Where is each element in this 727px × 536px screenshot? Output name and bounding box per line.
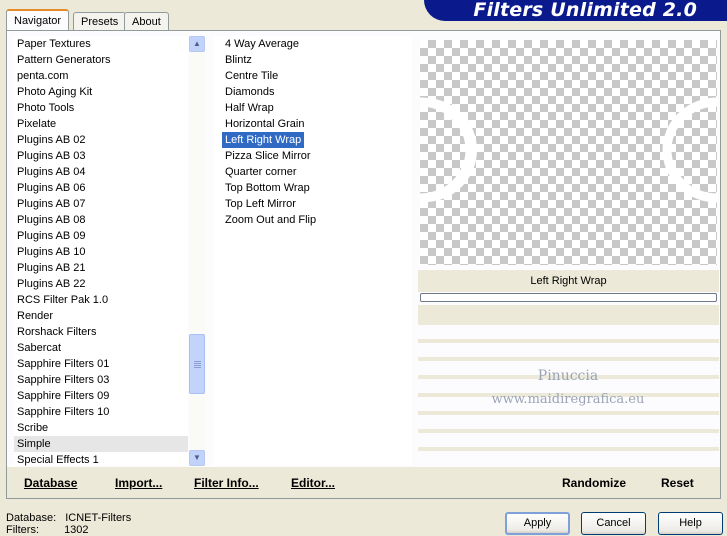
filter-item[interactable]: Horizontal Grain [222, 116, 307, 132]
param-slot [418, 451, 719, 465]
category-list[interactable]: Paper Textures Pattern Generators penta.co… [14, 36, 188, 466]
reset-button[interactable]: Reset [661, 476, 694, 490]
category-item[interactable]: Plugins AB 21 [14, 260, 188, 276]
progress-bar [420, 293, 717, 302]
selected-filter-name: Left Right Wrap [418, 270, 719, 292]
scroll-up-button[interactable]: ▲ [189, 36, 205, 52]
category-item[interactable]: RCS Filter Pak 1.0 [14, 292, 188, 308]
category-item[interactable]: Scribe [14, 420, 188, 436]
status-database: Database: ICNET-Filters [6, 512, 131, 524]
scroll-thumb[interactable] [189, 334, 205, 394]
filter-item[interactable]: Top Bottom Wrap [222, 180, 313, 196]
category-item[interactable]: Plugins AB 07 [14, 196, 188, 212]
filter-item[interactable]: Quarter corner [222, 164, 300, 180]
filter-item[interactable]: Pizza Slice Mirror [222, 148, 314, 164]
preview-ring-shapes [420, 97, 717, 203]
category-item[interactable]: Plugins AB 03 [14, 148, 188, 164]
database-value: ICNET-Filters [65, 512, 132, 524]
filter-item[interactable]: 4 Way Average [222, 36, 302, 52]
category-item[interactable]: Plugins AB 22 [14, 276, 188, 292]
filter-item[interactable]: Blintz [222, 52, 255, 68]
category-item[interactable]: Rorshack Filters [14, 324, 188, 340]
database-button[interactable]: Database [24, 476, 77, 490]
filter-item[interactable]: Left Right Wrap [222, 132, 305, 148]
param-slot [418, 415, 719, 429]
filter-item[interactable]: Top Left Mirror [222, 196, 299, 212]
category-item[interactable]: Plugins AB 02 [14, 132, 188, 148]
filter-info-button[interactable]: Filter Info... [194, 476, 259, 490]
status-filters: Filters: 1302 [6, 524, 89, 536]
category-item[interactable]: Sabercat [14, 340, 188, 356]
category-item[interactable]: Special Effects 1 [14, 452, 188, 466]
filters-value: 1302 [64, 524, 89, 536]
parameter-area: Pinuccia www.maidiregrafica.eu [418, 305, 719, 465]
category-item[interactable]: Simple [14, 436, 188, 452]
tab-about[interactable]: About [124, 12, 169, 30]
category-item[interactable]: Pixelate [14, 116, 188, 132]
category-item[interactable]: Photo Aging Kit [14, 84, 188, 100]
tab-presets[interactable]: Presets [73, 12, 127, 30]
category-item[interactable]: Render [14, 308, 188, 324]
param-slot [418, 343, 719, 357]
category-item[interactable]: penta.com [14, 68, 188, 84]
category-item[interactable]: Sapphire Filters 01 [14, 356, 188, 372]
category-item[interactable]: Sapphire Filters 03 [14, 372, 188, 388]
title-banner: Filters Unlimited 2.0 [424, 0, 727, 21]
param-slot [418, 325, 719, 339]
app-title: Filters Unlimited 2.0 [473, 0, 697, 21]
filter-item[interactable]: Zoom Out and Flip [222, 212, 319, 228]
watermark-line2: www.maidiregrafica.eu [491, 392, 645, 407]
category-item[interactable]: Sapphire Filters 09 [14, 388, 188, 404]
category-item[interactable]: Pattern Generators [14, 52, 188, 68]
randomize-button[interactable]: Randomize [562, 476, 626, 490]
category-item[interactable]: Photo Tools [14, 100, 188, 116]
category-scrollbar[interactable]: ▲ ▼ [189, 36, 205, 466]
editor-button[interactable]: Editor... [291, 476, 335, 490]
scroll-down-button[interactable]: ▼ [189, 450, 205, 466]
category-item[interactable]: Paper Textures [14, 36, 188, 52]
category-item[interactable]: Plugins AB 04 [14, 164, 188, 180]
filter-item[interactable]: Centre Tile [222, 68, 281, 84]
import-button[interactable]: Import... [115, 476, 162, 490]
filters-label: Filters: [6, 524, 39, 536]
filter-list[interactable]: 4 Way Average Blintz Centre Tile Diamonds Ha… [214, 36, 412, 466]
category-item[interactable]: Plugins AB 08 [14, 212, 188, 228]
filter-item[interactable]: Diamonds [222, 84, 278, 100]
database-label: Database: [6, 512, 57, 524]
preview-image [420, 40, 717, 265]
filter-item[interactable]: Half Wrap [222, 100, 277, 116]
watermark-line1: Pinuccia [537, 368, 599, 384]
category-item[interactable]: Plugins AB 09 [14, 228, 188, 244]
tab-navigator[interactable]: Navigator [6, 9, 70, 31]
param-slot [418, 433, 719, 447]
category-item[interactable]: Plugins AB 10 [14, 244, 188, 260]
category-item[interactable]: Sapphire Filters 10 [14, 404, 188, 420]
category-item[interactable]: Plugins AB 06 [14, 180, 188, 196]
